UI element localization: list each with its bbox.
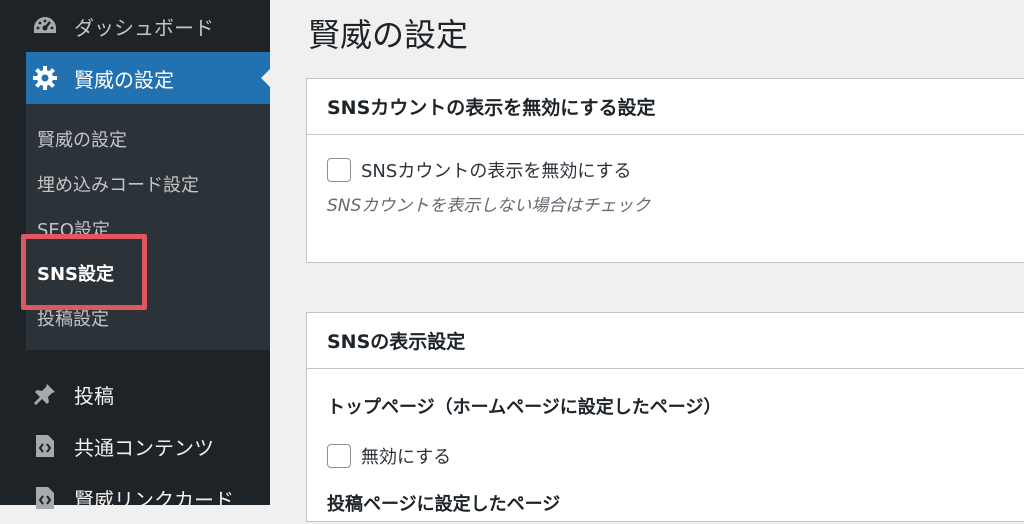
submenu-item-embed-code[interactable]: 埋め込みコード設定 <box>37 171 199 197</box>
menu-label-posts: 投稿 <box>74 383 114 408</box>
menu-item-common-content[interactable]: 共通コンテンツ <box>26 420 270 472</box>
disable-sns-count-checkbox[interactable] <box>327 158 351 182</box>
kenjo-submenu: 賢威の設定 埋め込みコード設定 SEO設定 SNS設定 投稿設定 <box>26 104 270 350</box>
card-heading: SNSカウントの表示を無効にする設定 <box>307 79 1024 135</box>
menu-label-kenjo-settings: 賢威の設定 <box>74 67 174 92</box>
gear-icon <box>32 65 58 91</box>
disable-sns-count-checkbox-row[interactable]: SNSカウントの表示を無効にする <box>327 157 632 183</box>
menu-item-link-card[interactable]: 賢威リンクカード <box>26 472 270 524</box>
page-title: 賢威の設定 <box>308 16 469 54</box>
sns-display-card: SNSの表示設定 トップページ（ホームページに設定したページ） 無効にする 投稿… <box>306 312 1024 522</box>
menu-item-dashboard[interactable]: ダッシュボード <box>26 0 270 52</box>
dashboard-icon <box>32 13 58 39</box>
disable-top-page-checkbox[interactable] <box>327 444 351 468</box>
menu-item-posts[interactable]: 投稿 <box>26 368 270 420</box>
code-file-icon <box>32 433 58 459</box>
field-description: SNSカウントを表示しない場合はチェック <box>327 196 651 216</box>
section-heading-top-page: トップページ（ホームページに設定したページ） <box>327 397 722 418</box>
menu-label-dashboard: ダッシュボード <box>74 15 214 40</box>
submenu-item-kenjo-settings[interactable]: 賢威の設定 <box>37 126 127 152</box>
menu-item-kenjo-settings[interactable]: 賢威の設定 <box>26 52 270 104</box>
code-file-icon <box>32 485 58 511</box>
menu-label-link-card: 賢威リンクカード <box>74 487 234 512</box>
main-content: 賢威の設定 SNSカウントの表示を無効にする設定 SNSカウントの表示を無効にす… <box>270 0 1024 522</box>
admin-sidebar: ダッシュボード 賢威の設定 賢威の設定 埋め込みコード設定 SEO設定 SNS設… <box>0 0 270 512</box>
menu-label-common-content: 共通コンテンツ <box>74 435 214 460</box>
card-heading: SNSの表示設定 <box>307 313 1024 369</box>
highlight-annotation-box <box>21 234 147 310</box>
sns-count-card: SNSカウントの表示を無効にする設定 SNSカウントの表示を無効にする SNSカ… <box>306 78 1024 263</box>
checkbox-label: SNSカウントの表示を無効にする <box>361 161 632 182</box>
disable-top-page-checkbox-row[interactable]: 無効にする <box>327 443 451 469</box>
section-heading-posts-page: 投稿ページに設定したページ <box>327 494 561 515</box>
checkbox-label: 無効にする <box>361 447 452 468</box>
pin-icon <box>32 381 58 407</box>
